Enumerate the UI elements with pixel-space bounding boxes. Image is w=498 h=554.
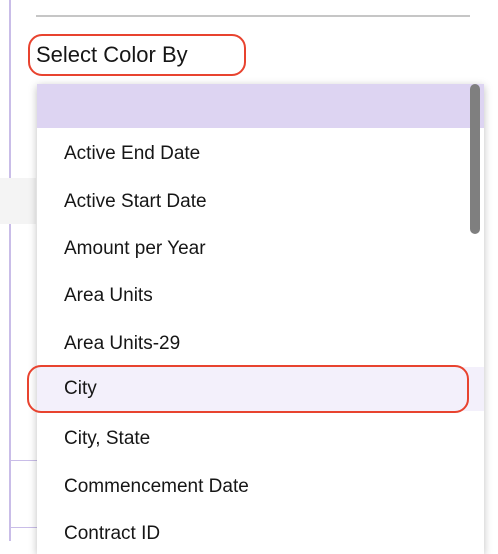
top-divider bbox=[36, 15, 470, 17]
underlying-panel bbox=[0, 178, 36, 224]
color-by-dropdown-menu[interactable]: Active End Date Active Start Date Amount… bbox=[37, 84, 484, 554]
dropdown-option-active-start-date[interactable]: Active Start Date bbox=[64, 190, 207, 214]
dropdown-option-amount-per-year[interactable]: Amount per Year bbox=[64, 237, 206, 261]
dropdown-option-area-units[interactable]: Area Units bbox=[64, 284, 153, 308]
dropdown-option-city-state[interactable]: City, State bbox=[64, 427, 150, 451]
dropdown-option-active-end-date[interactable]: Active End Date bbox=[64, 142, 200, 166]
dropdown-option-empty[interactable] bbox=[37, 84, 484, 128]
dropdown-scrollbar[interactable] bbox=[470, 84, 480, 234]
dropdown-option-area-units-29[interactable]: Area Units-29 bbox=[64, 332, 180, 356]
select-color-by-label: Select Color By bbox=[36, 42, 188, 67]
dropdown-option-commencement-date[interactable]: Commencement Date bbox=[64, 475, 249, 499]
city-annotation-outline bbox=[27, 365, 469, 413]
underlying-input-box bbox=[10, 460, 37, 528]
dropdown-option-contract-id[interactable]: Contract ID bbox=[64, 522, 160, 546]
